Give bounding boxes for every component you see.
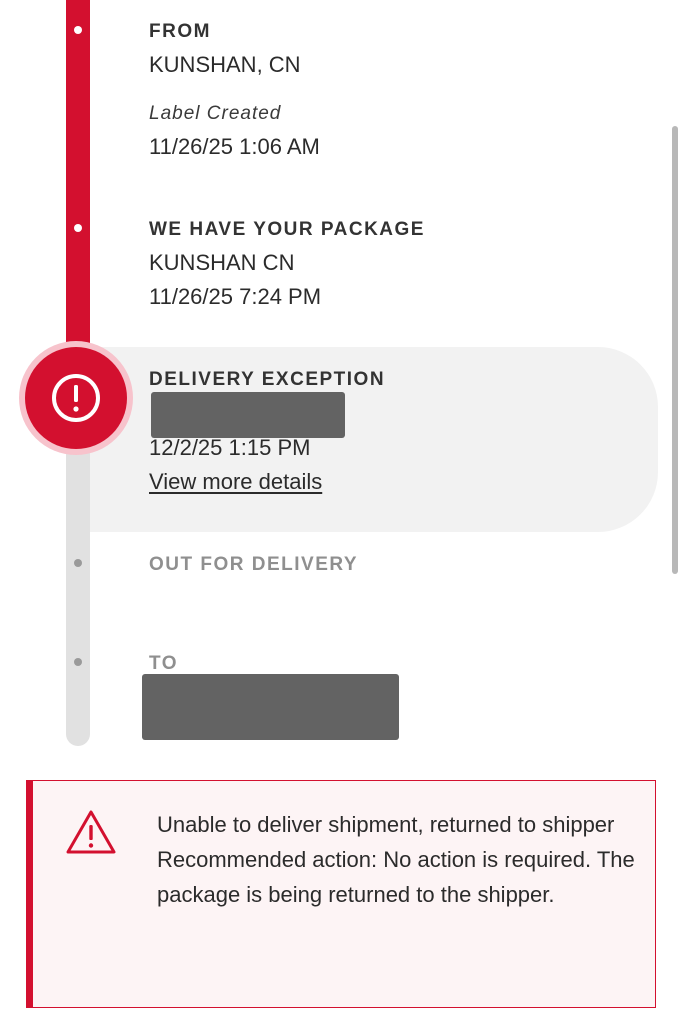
exclamation-circle-icon <box>52 374 100 422</box>
picked-up-location: KUNSHAN CN <box>149 250 295 275</box>
picked-up-heading: WE HAVE YOUR PACKAGE <box>149 219 425 240</box>
redacted-location <box>151 392 345 438</box>
picked-up-datetime: 11/26/25 7:24 PM <box>149 284 322 309</box>
out-for-delivery-heading: OUT FOR DELIVERY <box>149 554 359 575</box>
view-more-details-link[interactable]: View more details <box>149 469 322 495</box>
alert-message: Unable to deliver shipment, returned to … <box>157 807 637 912</box>
to-heading: TO <box>149 653 179 674</box>
from-datetime: 11/26/25 1:06 AM <box>149 134 320 159</box>
alert-line-recommendation: Recommended action: No action is require… <box>157 847 635 907</box>
from-location: KUNSHAN, CN <box>149 52 301 77</box>
exception-heading: DELIVERY EXCEPTION <box>149 369 386 390</box>
from-heading: FROM <box>149 21 211 42</box>
from-status: Label Created <box>149 103 282 124</box>
timeline-progress-rail <box>66 0 90 360</box>
redacted-destination <box>142 674 399 740</box>
timeline-dot-to <box>74 658 82 666</box>
timeline-dot-picked-up <box>74 224 82 232</box>
timeline-pending-rail <box>66 430 90 746</box>
shipment-tracking-page: FROM KUNSHAN, CN Label Created 11/26/25 … <box>0 0 684 1024</box>
timeline-dot-from <box>74 26 82 34</box>
exception-datetime: 12/2/25 1:15 PM <box>149 435 311 460</box>
exception-alert: Unable to deliver shipment, returned to … <box>26 780 656 1008</box>
scrollbar[interactable] <box>672 126 678 574</box>
timeline-dot-out-for-delivery <box>74 559 82 567</box>
warning-triangle-icon <box>66 810 116 854</box>
alert-line-status: Unable to deliver shipment, returned to … <box>157 812 615 837</box>
exception-marker <box>25 347 127 449</box>
